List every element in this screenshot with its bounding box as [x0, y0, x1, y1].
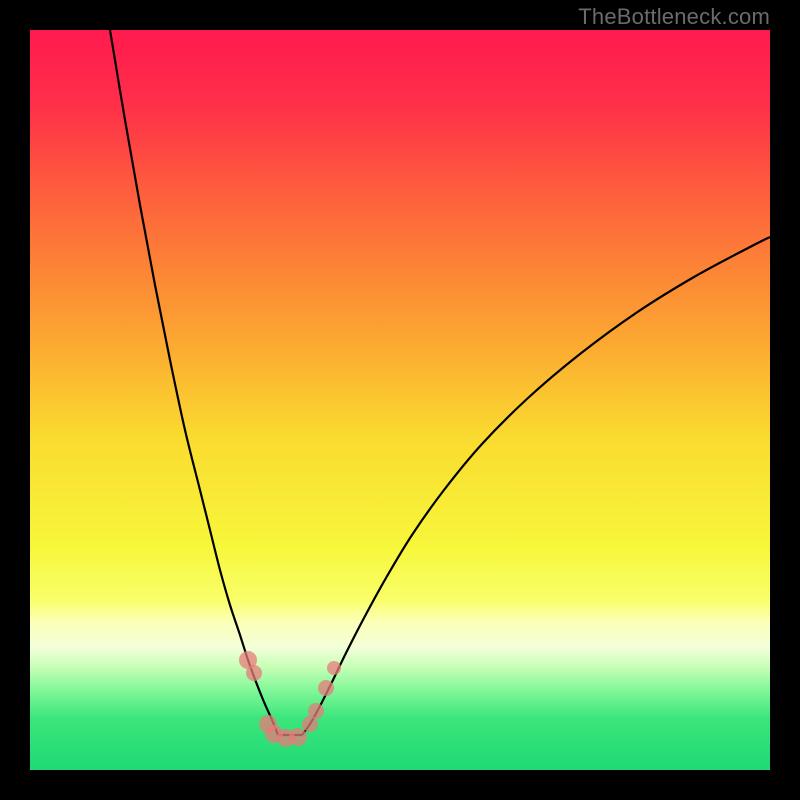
- data-marker: [308, 703, 324, 719]
- data-marker: [318, 680, 334, 696]
- data-marker: [327, 661, 341, 675]
- curves-svg: [30, 30, 770, 770]
- left-curve: [110, 30, 278, 735]
- data-marker: [289, 728, 307, 746]
- markers-group: [239, 651, 341, 747]
- watermark-text: TheBottleneck.com: [578, 4, 770, 30]
- plot-frame: [30, 30, 770, 770]
- data-marker: [246, 665, 262, 681]
- right-curve: [302, 237, 770, 735]
